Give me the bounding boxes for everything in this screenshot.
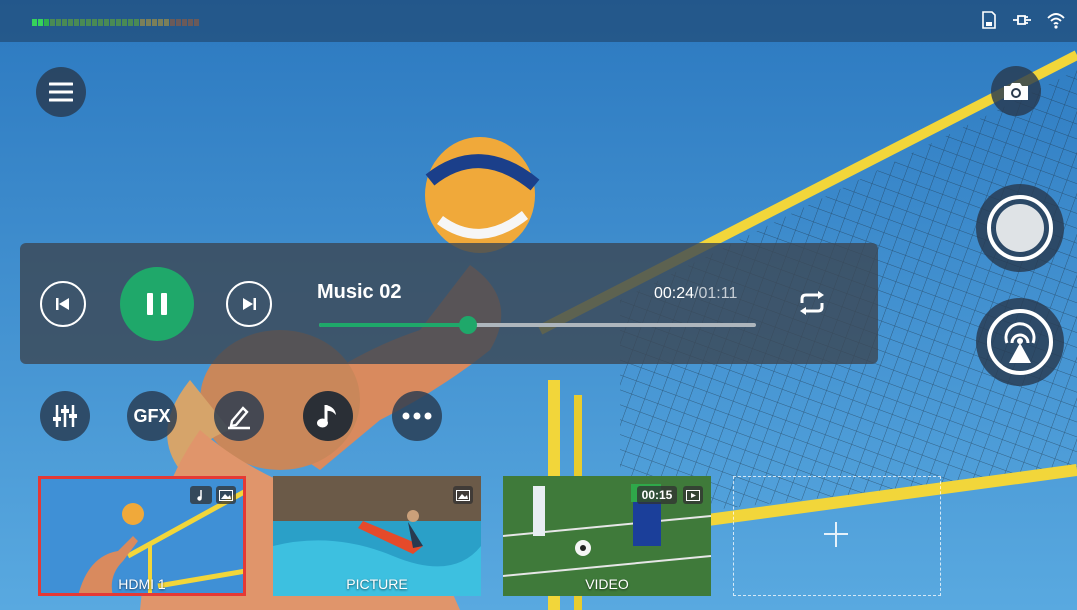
current-time: 00:24	[654, 285, 695, 302]
source-hdmi-1[interactable]: HDMI 1	[38, 476, 246, 596]
total-time: /01:11	[694, 285, 738, 302]
progress-fill	[319, 323, 468, 327]
record-button[interactable]	[976, 184, 1064, 272]
more-button[interactable]	[392, 391, 442, 441]
next-track-button[interactable]	[226, 281, 272, 327]
camera-icon	[1004, 83, 1028, 100]
source-video[interactable]: 00:15 VIDEO	[503, 476, 711, 596]
previous-icon	[56, 298, 69, 310]
wifi-icon	[1047, 13, 1065, 29]
pause-icon	[147, 293, 167, 315]
menu-icon	[49, 82, 73, 102]
source-label: VIDEO	[585, 576, 629, 592]
annotate-button[interactable]	[214, 391, 264, 441]
music-button[interactable]	[303, 391, 353, 441]
live-switcher-screen: Music 02 00:24/01:11 GFX HDMI 1 PICTURE …	[0, 0, 1077, 610]
music-player-panel: Music 02 00:24/01:11	[20, 243, 878, 364]
broadcast-icon	[987, 309, 1053, 375]
gfx-button[interactable]: GFX	[127, 391, 177, 441]
image-badge	[453, 486, 473, 504]
menu-button[interactable]	[36, 67, 86, 117]
playback-time: 00:24/01:11	[654, 285, 737, 303]
source-label: PICTURE	[346, 576, 408, 592]
next-icon	[243, 298, 256, 310]
previous-track-button[interactable]	[40, 281, 86, 327]
repeat-icon	[800, 291, 824, 315]
pause-button[interactable]	[120, 267, 194, 341]
power-plug-icon	[1013, 15, 1031, 25]
repeat-button[interactable]	[796, 287, 828, 319]
record-icon	[987, 195, 1053, 261]
audio-mixer-button[interactable]	[40, 391, 90, 441]
add-icon	[824, 522, 848, 547]
track-title: Music 02	[317, 281, 402, 303]
selected-outline	[38, 476, 246, 596]
progress-slider[interactable]	[319, 316, 756, 334]
pen-icon	[228, 406, 250, 430]
audio-level-meter	[32, 19, 199, 26]
duration-badge: 00:15	[637, 486, 677, 504]
add-source-slot[interactable]	[733, 476, 941, 596]
gfx-label: GFX	[133, 405, 171, 426]
more-icon	[402, 412, 432, 420]
music-note-icon	[317, 405, 336, 428]
video-icon	[686, 489, 700, 501]
mixer-icon	[53, 405, 77, 427]
snapshot-button[interactable]	[991, 66, 1041, 116]
stream-button[interactable]	[976, 298, 1064, 386]
video-badge	[683, 486, 703, 504]
status-bar	[0, 0, 1077, 42]
progress-knob[interactable]	[458, 316, 477, 334]
image-icon	[456, 489, 470, 501]
source-picture[interactable]: PICTURE	[273, 476, 481, 596]
sd-card-icon	[982, 11, 996, 29]
